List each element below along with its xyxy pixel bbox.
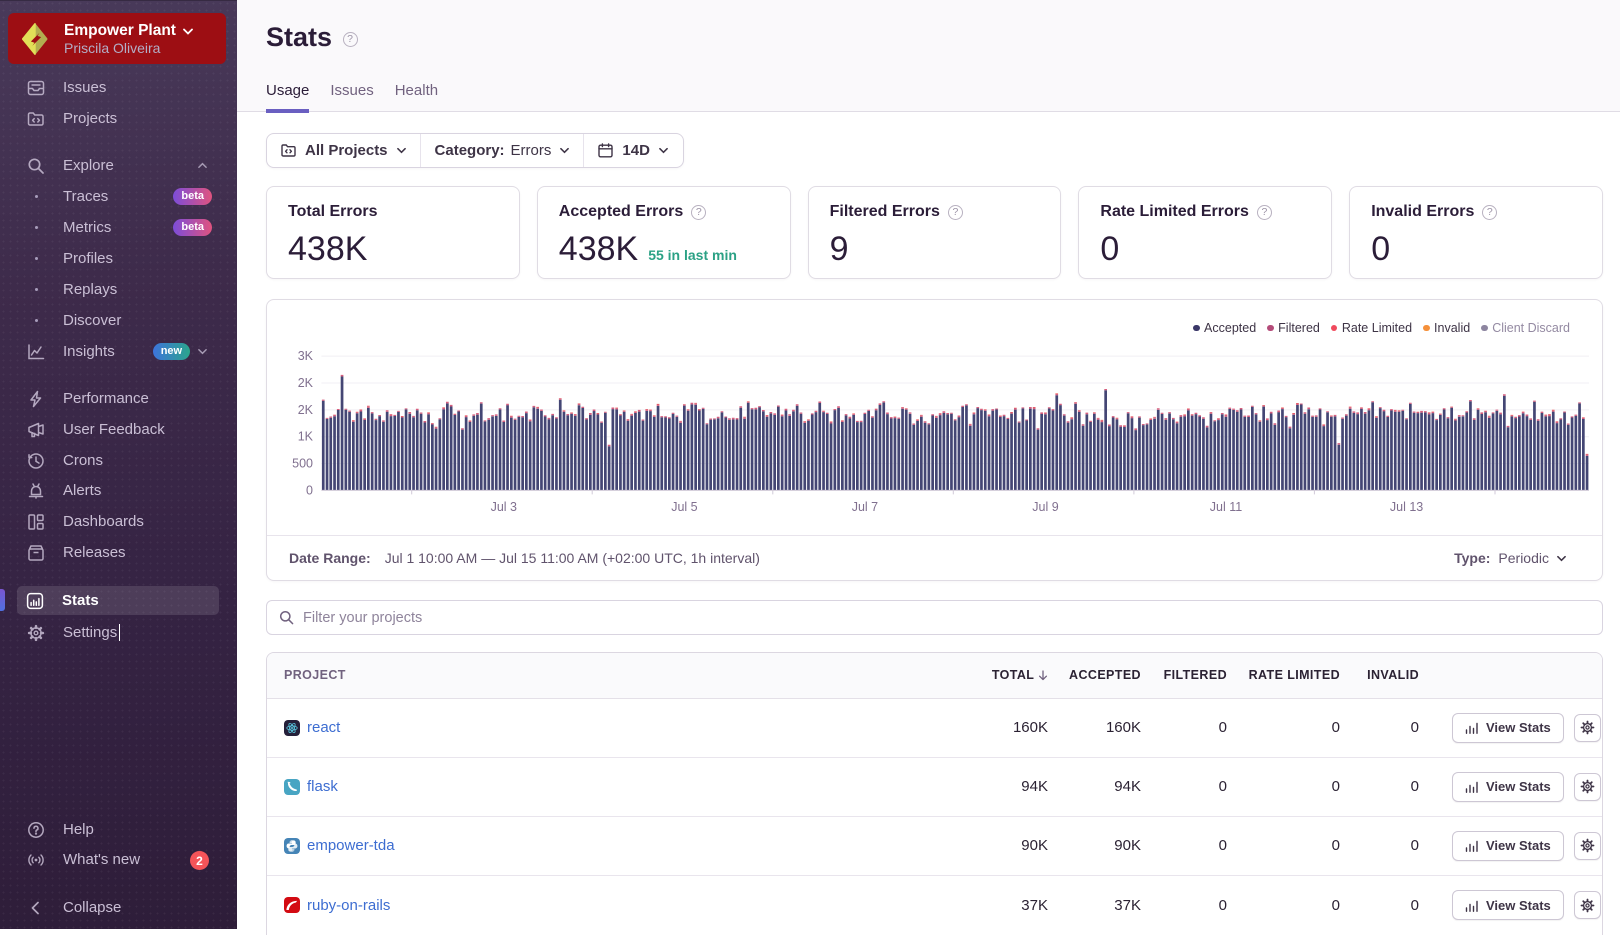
svg-text:500: 500 — [292, 457, 313, 471]
svg-text:Jul 13: Jul 13 — [1390, 500, 1423, 514]
svg-text:Jul 9: Jul 9 — [1032, 500, 1058, 514]
svg-text:2K: 2K — [298, 376, 314, 390]
svg-text:Jul 11: Jul 11 — [1210, 500, 1242, 514]
svg-text:Jul 7: Jul 7 — [852, 500, 878, 514]
svg-text:Jul 3: Jul 3 — [491, 500, 517, 514]
svg-text:3K: 3K — [298, 349, 314, 363]
svg-text:2K: 2K — [298, 403, 314, 417]
svg-text:1K: 1K — [298, 430, 314, 444]
svg-text:Jul 5: Jul 5 — [671, 500, 697, 514]
svg-text:0: 0 — [306, 483, 313, 497]
